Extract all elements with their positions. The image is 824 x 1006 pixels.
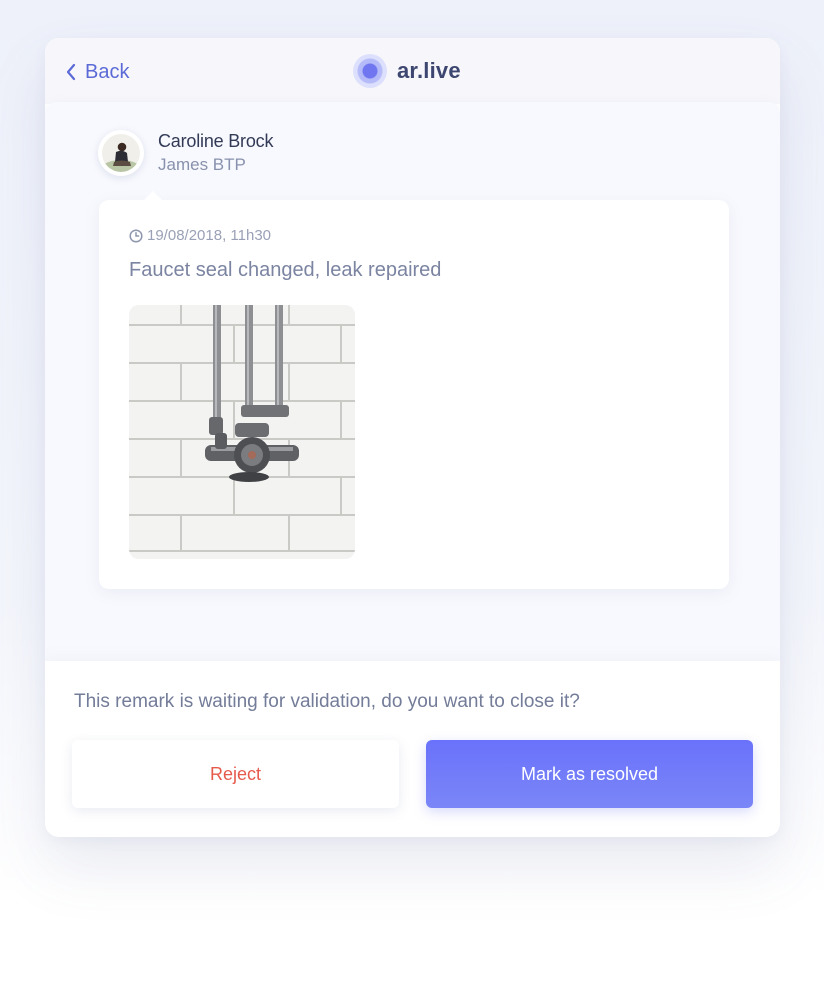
remark-message: 19/08/2018, 11h30 Faucet seal changed, l… (99, 191, 729, 589)
ar-live-logo-icon (353, 54, 387, 88)
remark-text: Faucet seal changed, leak repaired (129, 259, 442, 281)
brand: ar.live (353, 54, 461, 88)
timestamp: 19/08/2018, 11h30 (129, 227, 271, 244)
author-name: Caroline Brock (158, 131, 274, 151)
remark-content: Caroline Brock James BTP 19/08/2018, 11h… (45, 102, 780, 661)
validation-footer: This remark is waiting for validation, d… (45, 661, 780, 837)
clock-icon (129, 228, 143, 243)
timestamp-text: 19/08/2018, 11h30 (147, 227, 272, 244)
mark-as-resolved-button[interactable]: Mark as resolved (426, 740, 753, 808)
back-button[interactable]: Back (65, 60, 129, 84)
faucet-photo (129, 305, 355, 559)
author: Caroline Brock James BTP (98, 130, 273, 176)
remark-photo[interactable] (129, 305, 355, 559)
chevron-left-icon (66, 63, 76, 81)
back-label: Back (85, 61, 130, 83)
top-bar: Back ar.live (45, 38, 780, 104)
brand-name: ar.live (397, 58, 461, 83)
validation-prompt: This remark is waiting for validation, d… (74, 691, 580, 712)
message-tail (143, 191, 163, 201)
avatar (98, 130, 144, 176)
reject-button[interactable]: Reject (72, 740, 399, 808)
author-company: James BTP (158, 155, 246, 174)
avatar-photo (102, 134, 140, 172)
remark-card: Back ar.live Caroline Brock James BTP 19… (45, 38, 780, 837)
